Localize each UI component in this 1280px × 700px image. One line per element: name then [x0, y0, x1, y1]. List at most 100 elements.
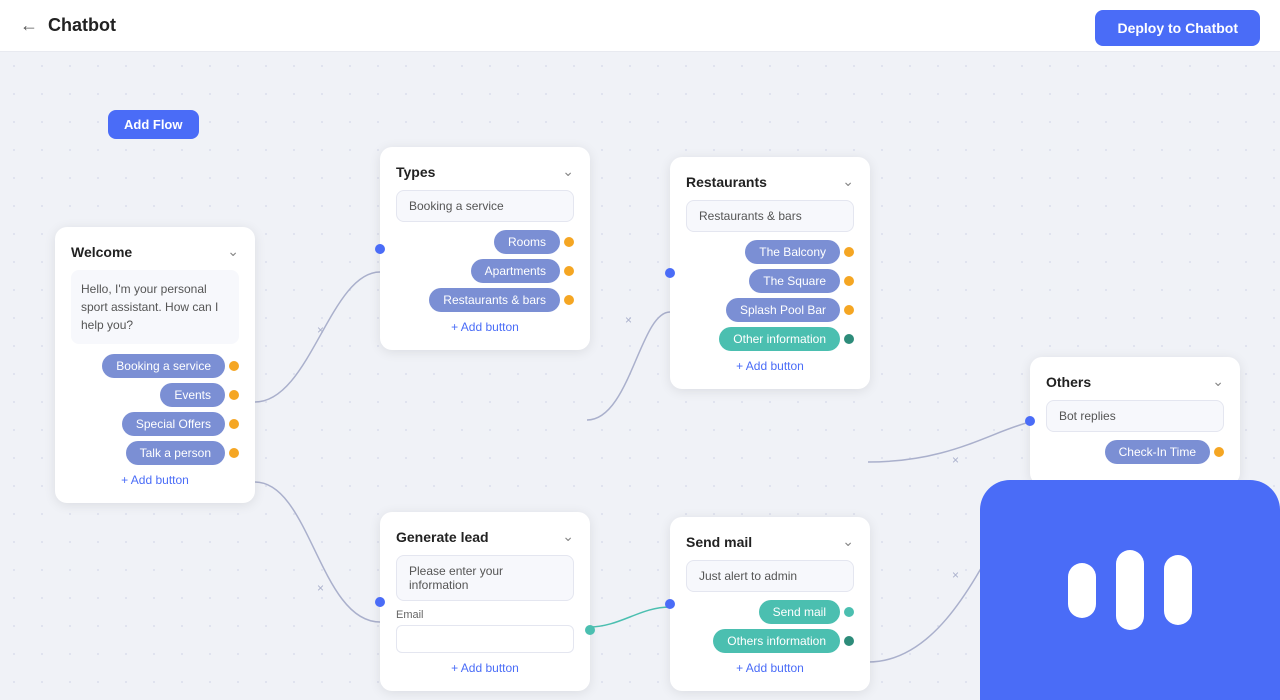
- splash-pool-button[interactable]: Splash Pool Bar: [726, 298, 840, 322]
- send-mail-left-connector: [665, 599, 675, 609]
- special-offers-dot: [229, 419, 239, 429]
- svg-text:×: ×: [317, 323, 324, 337]
- send-mail-button[interactable]: Send mail: [759, 600, 840, 624]
- restaurants-card-title: Restaurants: [686, 174, 767, 190]
- restaurants-input: Restaurants & bars: [686, 200, 854, 232]
- add-flow-button[interactable]: Add Flow: [108, 110, 199, 139]
- welcome-message: Hello, I'm your personal sport assistant…: [71, 270, 239, 344]
- others-chevron-icon[interactable]: ⌄: [1212, 373, 1224, 390]
- others-card: Others ⌄ Bot replies Check-In Time: [1030, 357, 1240, 485]
- svg-text:×: ×: [952, 453, 959, 467]
- email-field-group: Email: [396, 609, 574, 653]
- booking-dot: [229, 361, 239, 371]
- send-mail-add-button[interactable]: + Add button: [686, 661, 854, 675]
- restaurants-card-header: Restaurants ⌄: [686, 173, 854, 190]
- others-left-connector: [1025, 416, 1035, 426]
- restaurants-chevron-icon[interactable]: ⌄: [842, 173, 854, 190]
- send-mail-input: Just alert to admin: [686, 560, 854, 592]
- types-add-button[interactable]: + Add button: [396, 320, 574, 334]
- restaurants-left-connector: [665, 268, 675, 278]
- send-mail-card-header: Send mail ⌄: [686, 533, 854, 550]
- booking-service-button[interactable]: Booking a service: [102, 354, 225, 378]
- talk-person-button-row: Talk a person: [71, 441, 239, 465]
- send-mail-card-title: Send mail: [686, 534, 752, 550]
- events-dot: [229, 390, 239, 400]
- generate-left-connector: [375, 597, 385, 607]
- back-button[interactable]: ←: [20, 15, 38, 36]
- chatbot-widget: [980, 480, 1280, 700]
- generate-chevron-icon[interactable]: ⌄: [562, 528, 574, 545]
- others-card-header: Others ⌄: [1046, 373, 1224, 390]
- square-button-row: The Square: [686, 269, 854, 293]
- send-mail-dot: [844, 607, 854, 617]
- generate-lead-card: Generate lead ⌄ Please enter your inform…: [380, 512, 590, 691]
- chat-bar-2: [1116, 550, 1144, 630]
- generate-card-title: Generate lead: [396, 529, 489, 545]
- restaurants-bars-button-row: Restaurants & bars: [396, 288, 574, 312]
- send-mail-button-row: Send mail: [686, 600, 854, 624]
- types-card-header: Types ⌄: [396, 163, 574, 180]
- types-card-title: Types: [396, 164, 435, 180]
- rooms-button-row: Rooms: [396, 230, 574, 254]
- balcony-dot: [844, 247, 854, 257]
- events-button[interactable]: Events: [160, 383, 225, 407]
- restaurants-add-button[interactable]: + Add button: [686, 359, 854, 373]
- apartments-button[interactable]: Apartments: [471, 259, 560, 283]
- balcony-button[interactable]: The Balcony: [745, 240, 840, 264]
- splash-pool-dot: [844, 305, 854, 315]
- types-left-connector: [375, 244, 385, 254]
- rooms-button[interactable]: Rooms: [494, 230, 560, 254]
- checkin-button-row: Check-In Time: [1046, 440, 1224, 464]
- types-input: Booking a service: [396, 190, 574, 222]
- special-offers-button-row: Special Offers: [71, 412, 239, 436]
- other-info-dot: [844, 334, 854, 344]
- apartments-dot: [564, 266, 574, 276]
- generate-add-button[interactable]: + Add button: [396, 661, 574, 675]
- restaurants-bars-button[interactable]: Restaurants & bars: [429, 288, 560, 312]
- welcome-card-title: Welcome: [71, 244, 132, 260]
- welcome-card-header: Welcome ⌄: [71, 243, 239, 260]
- email-connector-dot: [585, 625, 595, 635]
- deploy-button[interactable]: Deploy to Chatbot: [1095, 10, 1260, 46]
- svg-text:×: ×: [625, 313, 632, 327]
- booking-button-row: Booking a service: [71, 354, 239, 378]
- rooms-dot: [564, 237, 574, 247]
- balcony-button-row: The Balcony: [686, 240, 854, 264]
- others-input: Bot replies: [1046, 400, 1224, 432]
- welcome-add-button[interactable]: + Add button: [71, 473, 239, 487]
- other-info-button[interactable]: Other information: [719, 327, 840, 351]
- chat-bar-1: [1068, 563, 1096, 618]
- talk-person-dot: [229, 448, 239, 458]
- chat-bar-3: [1164, 555, 1192, 625]
- events-button-row: Events: [71, 383, 239, 407]
- svg-text:×: ×: [952, 568, 959, 582]
- page-title: Chatbot: [48, 15, 116, 36]
- canvas: × × × × × Add Flow Welcome ⌄ Hello, I'm …: [0, 52, 1280, 700]
- checkin-button[interactable]: Check-In Time: [1105, 440, 1210, 464]
- square-button[interactable]: The Square: [749, 269, 840, 293]
- types-card: Types ⌄ Booking a service Rooms Apartmen…: [380, 147, 590, 350]
- send-mail-chevron-icon[interactable]: ⌄: [842, 533, 854, 550]
- special-offers-button[interactable]: Special Offers: [122, 412, 225, 436]
- welcome-chevron-icon[interactable]: ⌄: [227, 243, 239, 260]
- restaurants-bars-dot: [564, 295, 574, 305]
- email-input[interactable]: [396, 625, 574, 653]
- generate-card-header: Generate lead ⌄: [396, 528, 574, 545]
- other-info-button-row: Other information: [686, 327, 854, 351]
- svg-text:×: ×: [317, 581, 324, 595]
- generate-input: Please enter your information: [396, 555, 574, 601]
- others-card-title: Others: [1046, 374, 1091, 390]
- others-info-dot: [844, 636, 854, 646]
- header: ← Chatbot Deploy to Chatbot: [0, 0, 1280, 52]
- others-info-button-row: Others information: [686, 629, 854, 653]
- splash-pool-button-row: Splash Pool Bar: [686, 298, 854, 322]
- email-label: Email: [396, 609, 574, 621]
- welcome-card: Welcome ⌄ Hello, I'm your personal sport…: [55, 227, 255, 503]
- types-chevron-icon[interactable]: ⌄: [562, 163, 574, 180]
- square-dot: [844, 276, 854, 286]
- apartments-button-row: Apartments: [396, 259, 574, 283]
- talk-person-button[interactable]: Talk a person: [126, 441, 225, 465]
- send-mail-card: Send mail ⌄ Just alert to admin Send mai…: [670, 517, 870, 691]
- others-info-button[interactable]: Others information: [713, 629, 840, 653]
- checkin-dot: [1214, 447, 1224, 457]
